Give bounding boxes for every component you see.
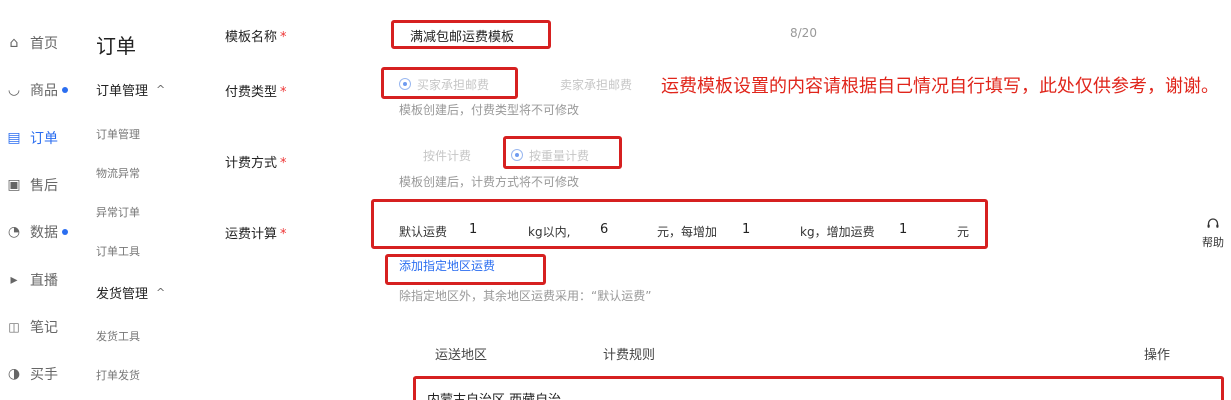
- unit-each-add-text: 元，每增加: [657, 225, 718, 239]
- order-icon: ▤: [7, 130, 21, 146]
- radio-seller-pays[interactable]: 卖家承担邮费: [560, 76, 632, 93]
- radio-by-piece[interactable]: 按件计费: [423, 147, 471, 164]
- sub-link-print-ship[interactable]: 打单发货: [96, 367, 140, 383]
- radio-by-weight[interactable]: 按重量计费: [511, 147, 589, 164]
- required-mark: *: [280, 227, 287, 242]
- label-text: 运费计算: [225, 227, 278, 242]
- nav-item-label: 订单: [30, 131, 58, 147]
- pay-type-hint: 模板创建后，付费类型将不可修改: [399, 103, 580, 117]
- radio-buyer-pays[interactable]: 买家承担邮费: [399, 76, 489, 93]
- sub-group-label: 订单管理: [96, 84, 149, 99]
- nav-item-label: 买手: [30, 367, 58, 383]
- char-count: 8/20: [790, 26, 817, 40]
- template-name-label: 模板名称 *: [225, 26, 287, 45]
- col-header-region: 运送地区: [435, 348, 488, 363]
- sub-link-order-tools[interactable]: 订单工具: [96, 243, 140, 259]
- unit-yuan-text: 元: [957, 225, 970, 239]
- sub-nav: 订单 订单管理 ^ 订单管理 物流异常 异常订单 订单工具 发货管理 ^ 发货工…: [96, 0, 216, 400]
- label-text: 付费类型: [225, 85, 278, 100]
- annotation-note: 运费模板设置的内容请根据自己情况自行填写，此处仅供参考，谢谢。: [661, 76, 1219, 97]
- nav-item-orders[interactable]: ▤ 订单: [6, 128, 58, 148]
- nav-item-label: 售后: [30, 178, 58, 194]
- buyer-icon: ◑: [7, 366, 21, 382]
- help-button[interactable]: 帮助: [1199, 217, 1227, 250]
- sub-link-shipping-tools[interactable]: 发货工具: [96, 328, 140, 344]
- notification-dot: [62, 87, 68, 93]
- freight-label: 运费计算 *: [225, 223, 287, 242]
- radio-label: 卖家承担邮费: [560, 78, 633, 92]
- bag-icon: ◡: [7, 82, 21, 98]
- unit-add-fee-text: kg，增加运费: [800, 225, 875, 239]
- col-header-rule: 计费规则: [603, 348, 656, 363]
- notes-icon: ◫: [8, 320, 20, 334]
- label-text: 模板名称: [225, 30, 278, 45]
- base-fee-input[interactable]: 6: [600, 222, 608, 237]
- add-region-freight-link[interactable]: 添加指定地区运费: [399, 257, 495, 274]
- home-icon: ⌂: [9, 35, 19, 51]
- chevron-up-icon: ^: [156, 83, 166, 96]
- unit-within-text: kg以内,: [528, 225, 571, 239]
- sub-link-order-management[interactable]: 订单管理: [96, 126, 140, 142]
- table-row: 内蒙古自治区,西藏自治: [427, 389, 561, 400]
- sub-link-abnormal-orders[interactable]: 异常订单: [96, 204, 140, 220]
- notification-dot: [62, 229, 68, 235]
- pay-type-label: 付费类型 *: [225, 81, 287, 100]
- nav-item-aftersale[interactable]: ▣ 售后: [6, 175, 58, 195]
- radio-label: 按重量计费: [529, 149, 590, 163]
- chevron-up-icon: ^: [156, 286, 166, 299]
- headset-icon: [1207, 218, 1219, 228]
- add-fee-input[interactable]: 1: [899, 222, 907, 237]
- required-mark: *: [280, 156, 287, 171]
- radio-label: 按件计费: [423, 149, 472, 163]
- live-icon: ▸: [10, 272, 18, 288]
- sub-link-logistics-exception[interactable]: 物流异常: [96, 165, 140, 181]
- nav-item-live[interactable]: ▸ 直播: [6, 270, 58, 290]
- base-weight-input[interactable]: 1: [469, 222, 477, 237]
- region-hint: 除指定地区外，其余地区运费采用：“默认运费”: [399, 289, 652, 303]
- main-nav: ⌂ 首页 ◡ 商品 ▤ 订单 ▣ 售后 ◔ 数据 ▸ 直播 ◫ 笔记 ◑ 买手: [0, 0, 82, 400]
- sub-group-order-management[interactable]: 订单管理 ^: [96, 80, 165, 99]
- label-text: 计费方式: [225, 156, 278, 171]
- sub-group-label: 发货管理: [96, 287, 149, 302]
- nav-item-data[interactable]: ◔ 数据: [6, 222, 68, 242]
- help-label: 帮助: [1202, 236, 1224, 249]
- calc-method-label: 计费方式 *: [225, 152, 287, 171]
- nav-item-goods[interactable]: ◡ 商品: [6, 80, 68, 100]
- nav-item-notes[interactable]: ◫ 笔记: [6, 317, 58, 337]
- radio-checked-icon: [399, 78, 411, 90]
- nav-item-home[interactable]: ⌂ 首页: [6, 33, 58, 53]
- radio-checked-icon: [511, 149, 523, 161]
- nav-item-buyer[interactable]: ◑ 买手: [6, 364, 58, 384]
- calc-method-hint: 模板创建后，计费方式将不可修改: [399, 175, 580, 189]
- nav-item-label: 商品: [30, 83, 58, 99]
- default-freight-text: 默认运费: [399, 225, 448, 239]
- required-mark: *: [280, 30, 287, 45]
- radio-label: 买家承担邮费: [417, 78, 490, 92]
- nav-item-label: 数据: [30, 225, 58, 241]
- nav-item-label: 笔记: [30, 320, 58, 336]
- required-mark: *: [280, 85, 287, 100]
- col-header-action: 操作: [1144, 348, 1171, 363]
- nav-item-label: 首页: [30, 36, 58, 52]
- nav-item-label: 直播: [30, 273, 58, 289]
- template-name-input[interactable]: 满减包邮运费模板: [410, 26, 514, 45]
- add-weight-input[interactable]: 1: [742, 222, 750, 237]
- aftersale-icon: ▣: [7, 177, 21, 193]
- sub-group-shipping-management[interactable]: 发货管理 ^: [96, 283, 165, 302]
- sub-nav-title: 订单: [96, 34, 136, 58]
- data-icon: ◔: [7, 224, 21, 240]
